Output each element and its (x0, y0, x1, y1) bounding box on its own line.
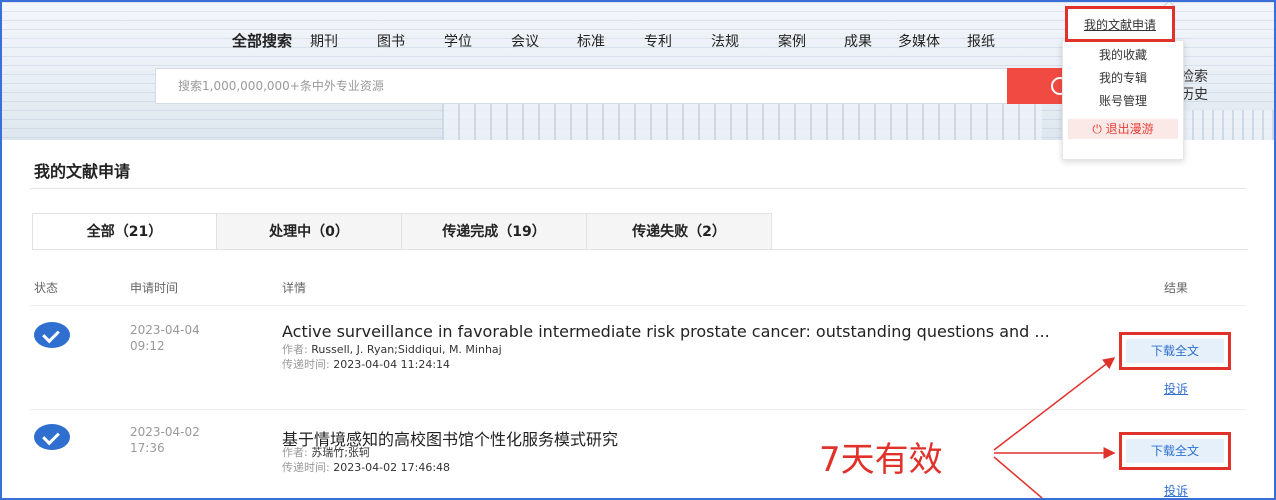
download-highlight: 下载全文 (1119, 432, 1231, 470)
divider (32, 249, 1248, 250)
arrow-to-first-download (993, 357, 1116, 451)
nav-item-all-search[interactable]: 全部搜索 (232, 30, 292, 51)
tab-delivered[interactable]: 传递完成（19） (402, 213, 587, 250)
status-tabs: 全部（21） 处理中（0） 传递完成（19） 传递失败（2） (32, 213, 772, 250)
logout-label: 退出漫游 (1105, 122, 1154, 136)
author-label: 作者: (282, 446, 308, 459)
delivery-time: 2023-04-02 17:46:48 (333, 461, 451, 474)
record-delivery: 传递时间: 2023-04-02 17:46:48 (282, 461, 450, 475)
request-time: 2023-04-04 09:12 (130, 322, 200, 354)
author-label: 作者: (282, 343, 308, 356)
nav-item-cases[interactable]: 案例 (778, 31, 806, 51)
tab-failed[interactable]: 传递失败（2） (587, 213, 772, 250)
validity-annotation: 7天有效 (819, 440, 943, 480)
download-button[interactable]: 下载全文 (1126, 439, 1224, 463)
delivery-label: 传递时间: (282, 358, 330, 371)
search-button[interactable] (1007, 68, 1069, 104)
tab-all[interactable]: 全部（21） (32, 213, 217, 250)
header-building-illustration-right (1182, 110, 1274, 140)
divider (30, 409, 1246, 410)
request-time: 2023-04-02 17:36 (130, 424, 200, 456)
check-icon (34, 322, 70, 348)
search-history-line1: 检索 (1180, 69, 1208, 85)
user-menu-dropdown: 我的收藏 我的专辑 账号管理 ⏻ 退出漫游 (1062, 40, 1184, 160)
arrow-to-below (993, 456, 1043, 498)
menu-item-my-requests-label: 我的文献申请 (1083, 17, 1156, 32)
request-date: 2023-04-02 (130, 425, 200, 439)
check-icon (34, 424, 70, 450)
menu-item-favorites[interactable]: 我的收藏 (1063, 44, 1183, 67)
nav-item-degrees[interactable]: 学位 (444, 31, 472, 51)
search-history-line2: 历史 (1180, 87, 1208, 103)
nav-item-books[interactable]: 图书 (377, 31, 405, 51)
download-button[interactable]: 下载全文 (1126, 339, 1224, 363)
tab-processing[interactable]: 处理中（0） (217, 213, 402, 250)
nav-item-conferences[interactable]: 会议 (511, 31, 539, 51)
record-title[interactable]: Active surveillance in favorable interme… (282, 322, 1050, 341)
nav-item-standards[interactable]: 标准 (577, 31, 605, 51)
screenshot-frame: 全部搜索 期刊 图书 学位 会议 标准 专利 法规 案例 成果 多媒体 报纸 检… (0, 0, 1276, 500)
delivery-label: 传递时间: (282, 461, 330, 474)
search-input[interactable] (156, 69, 1064, 103)
nav-item-patents[interactable]: 专利 (644, 31, 672, 51)
download-highlight: 下载全文 (1119, 332, 1231, 370)
author-names: Russell, J. Ryan;Siddiqui, M. Minhaj (311, 343, 502, 356)
delivery-time: 2023-04-04 11:24:14 (333, 358, 451, 371)
menu-item-albums[interactable]: 我的专辑 (1063, 67, 1183, 90)
resource-type-nav: 全部搜索 期刊 图书 学位 会议 标准 专利 法规 案例 成果 多媒体 报纸 (232, 30, 995, 51)
nav-item-achievements[interactable]: 成果 (844, 31, 872, 51)
column-header-status: 状态 (34, 281, 59, 295)
search-box (155, 68, 1065, 104)
divider (30, 305, 1246, 306)
author-names: 苏瑞竹;张轲 (311, 446, 370, 459)
record-delivery: 传递时间: 2023-04-04 11:24:14 (282, 358, 450, 372)
request-clock: 09:12 (130, 339, 165, 353)
column-header-result: 结果 (1164, 281, 1189, 295)
record-authors: 作者: Russell, J. Ryan;Siddiqui, M. Minhaj (282, 343, 502, 357)
record-authors: 作者: 苏瑞竹;张轲 (282, 446, 370, 460)
complain-link[interactable]: 投诉 (1164, 482, 1188, 498)
nav-item-regulations[interactable]: 法规 (711, 31, 739, 51)
column-header-detail: 详情 (282, 281, 307, 295)
page-title: 我的文献申请 (34, 162, 131, 181)
logout-button[interactable]: ⏻ 退出漫游 (1068, 119, 1178, 139)
request-date: 2023-04-04 (130, 323, 200, 337)
complain-link[interactable]: 投诉 (1164, 380, 1188, 397)
menu-item-my-requests[interactable]: 我的文献申请 (1065, 6, 1175, 42)
column-header-time: 申请时间 (130, 281, 179, 295)
nav-item-newspapers[interactable]: 报纸 (967, 31, 995, 51)
request-clock: 17:36 (130, 441, 165, 455)
nav-item-journals[interactable]: 期刊 (310, 31, 338, 51)
menu-item-account[interactable]: 账号管理 (1063, 90, 1183, 113)
search-history-link[interactable]: 检索 历史 (1180, 68, 1208, 104)
power-icon: ⏻ (1092, 122, 1102, 136)
divider (30, 188, 1246, 189)
nav-item-multimedia[interactable]: 多媒体 (898, 31, 940, 51)
